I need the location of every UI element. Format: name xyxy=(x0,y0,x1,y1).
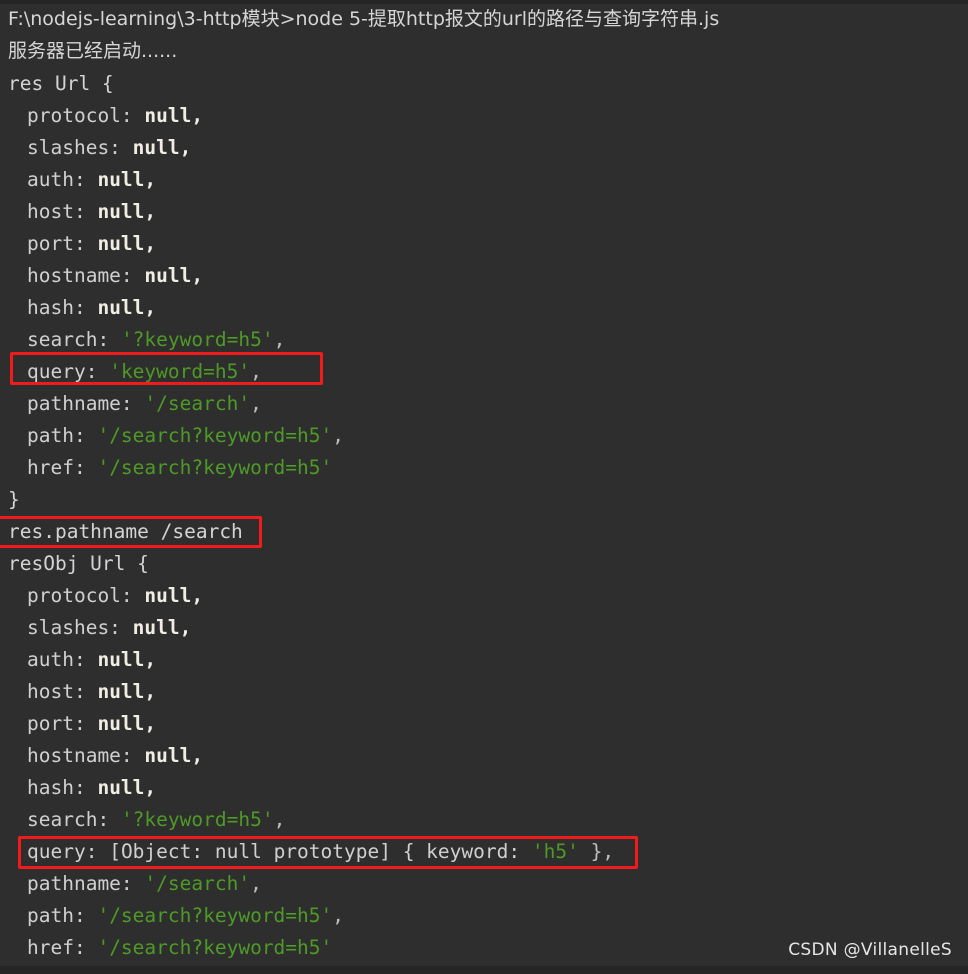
property-key: pathname: xyxy=(27,872,133,895)
property-key: query: xyxy=(27,360,98,383)
property-value: null, xyxy=(144,744,204,767)
property-value: '/search' xyxy=(144,392,251,415)
property-value: null, xyxy=(132,616,192,639)
property-value: null, xyxy=(97,168,157,191)
property-row: host: null, xyxy=(0,196,968,228)
command-prompt-line: F:\nodejs-learning\3-http模块>node 5-提取htt… xyxy=(8,8,720,30)
block-footer-res: } xyxy=(8,488,20,511)
property-value: null, xyxy=(144,104,204,127)
property-value: '/search?keyword=h5' xyxy=(97,456,333,479)
property-row: slashes: null, xyxy=(0,132,968,164)
object-prototype-suffix: }, xyxy=(590,840,615,863)
property-row: search: '?keyword=h5', xyxy=(0,804,968,836)
property-key: hostname: xyxy=(27,264,133,287)
property-key: port: xyxy=(27,232,86,255)
property-value: null, xyxy=(97,232,157,255)
property-key: hostname: xyxy=(27,744,133,767)
property-row-highlighted: query: [Object: null prototype] { keywor… xyxy=(0,836,968,868)
property-value: '/search?keyword=h5' xyxy=(97,904,333,927)
property-key: query: xyxy=(27,840,98,863)
log-line-res-pathname: res.pathname /search xyxy=(8,520,243,543)
property-value: null, xyxy=(97,648,157,671)
property-row-highlighted: query: 'keyword=h5', xyxy=(0,356,968,388)
property-value: null, xyxy=(132,136,192,159)
property-key: slashes: xyxy=(27,136,121,159)
property-key: protocol: xyxy=(27,104,133,127)
property-value: null, xyxy=(97,680,157,703)
window-bottom-edge xyxy=(0,966,968,974)
property-row: hostname: null, xyxy=(0,740,968,772)
property-key: hash: xyxy=(27,776,86,799)
property-row: auth: null, xyxy=(0,644,968,676)
property-key: hash: xyxy=(27,296,86,319)
property-key: path: xyxy=(27,904,86,927)
property-key: auth: xyxy=(27,168,86,191)
property-value: null, xyxy=(97,712,157,735)
property-trail: , xyxy=(250,872,262,895)
property-row: pathname: '/search', xyxy=(0,868,968,900)
property-trail: , xyxy=(332,424,345,447)
property-value: null, xyxy=(97,200,157,223)
console-output[interactable]: F:\nodejs-learning\3-http模块>node 5-提取htt… xyxy=(0,4,968,964)
property-row: auth: null, xyxy=(0,164,968,196)
server-startup-line: 服务器已经启动...... xyxy=(8,40,178,62)
property-row: pathname: '/search', xyxy=(0,388,968,420)
property-value: '?keyword=h5' xyxy=(120,808,274,831)
property-value: '/search?keyword=h5' xyxy=(97,424,333,447)
property-value: null, xyxy=(97,776,157,799)
terminal-window: F:\nodejs-learning\3-http模块>node 5-提取htt… xyxy=(0,0,968,974)
object-prototype-prefix: [Object: null prototype] { keyword: xyxy=(109,840,521,863)
property-row: protocol: null, xyxy=(0,580,968,612)
property-row: protocol: null, xyxy=(0,100,968,132)
property-key: href: xyxy=(27,936,86,959)
property-row: hash: null, xyxy=(0,292,968,324)
property-key: auth: xyxy=(27,648,86,671)
property-row: path: '/search?keyword=h5', xyxy=(0,900,968,932)
property-value: null, xyxy=(97,296,157,319)
property-value: '?keyword=h5' xyxy=(120,328,274,351)
property-row: port: null, xyxy=(0,708,968,740)
property-key: search: xyxy=(27,808,110,831)
property-key: path: xyxy=(27,424,86,447)
property-row: hostname: null, xyxy=(0,260,968,292)
property-value: null, xyxy=(144,264,204,287)
property-row: path: '/search?keyword=h5', xyxy=(0,420,968,452)
property-trail: , xyxy=(250,360,262,383)
property-row: href: '/search?keyword=h5' xyxy=(0,452,968,484)
property-key: search: xyxy=(27,328,110,351)
property-key: href: xyxy=(27,456,86,479)
property-key: host: xyxy=(27,200,86,223)
property-row: hash: null, xyxy=(0,772,968,804)
property-key: protocol: xyxy=(27,584,133,607)
property-key: host: xyxy=(27,680,86,703)
block-header-res: res Url { xyxy=(8,72,114,95)
property-value: null, xyxy=(144,584,204,607)
property-row: slashes: null, xyxy=(0,612,968,644)
property-row: search: '?keyword=h5', xyxy=(0,324,968,356)
property-row: host: null, xyxy=(0,676,968,708)
property-trail: , xyxy=(273,808,286,831)
property-row: port: null, xyxy=(0,228,968,260)
property-value: '/search?keyword=h5' xyxy=(97,936,333,959)
property-trail: , xyxy=(273,328,286,351)
property-value: '/search' xyxy=(144,872,251,895)
property-trail: , xyxy=(250,392,262,415)
property-key: slashes: xyxy=(27,616,121,639)
block-header-resobj: resObj Url { xyxy=(8,552,149,575)
object-keyword-value: 'h5' xyxy=(531,840,579,863)
property-value: 'keyword=h5' xyxy=(109,360,251,383)
property-key: port: xyxy=(27,712,86,735)
property-key: pathname: xyxy=(27,392,133,415)
watermark: CSDN @VillanelleS xyxy=(788,940,952,960)
property-trail: , xyxy=(332,904,345,927)
